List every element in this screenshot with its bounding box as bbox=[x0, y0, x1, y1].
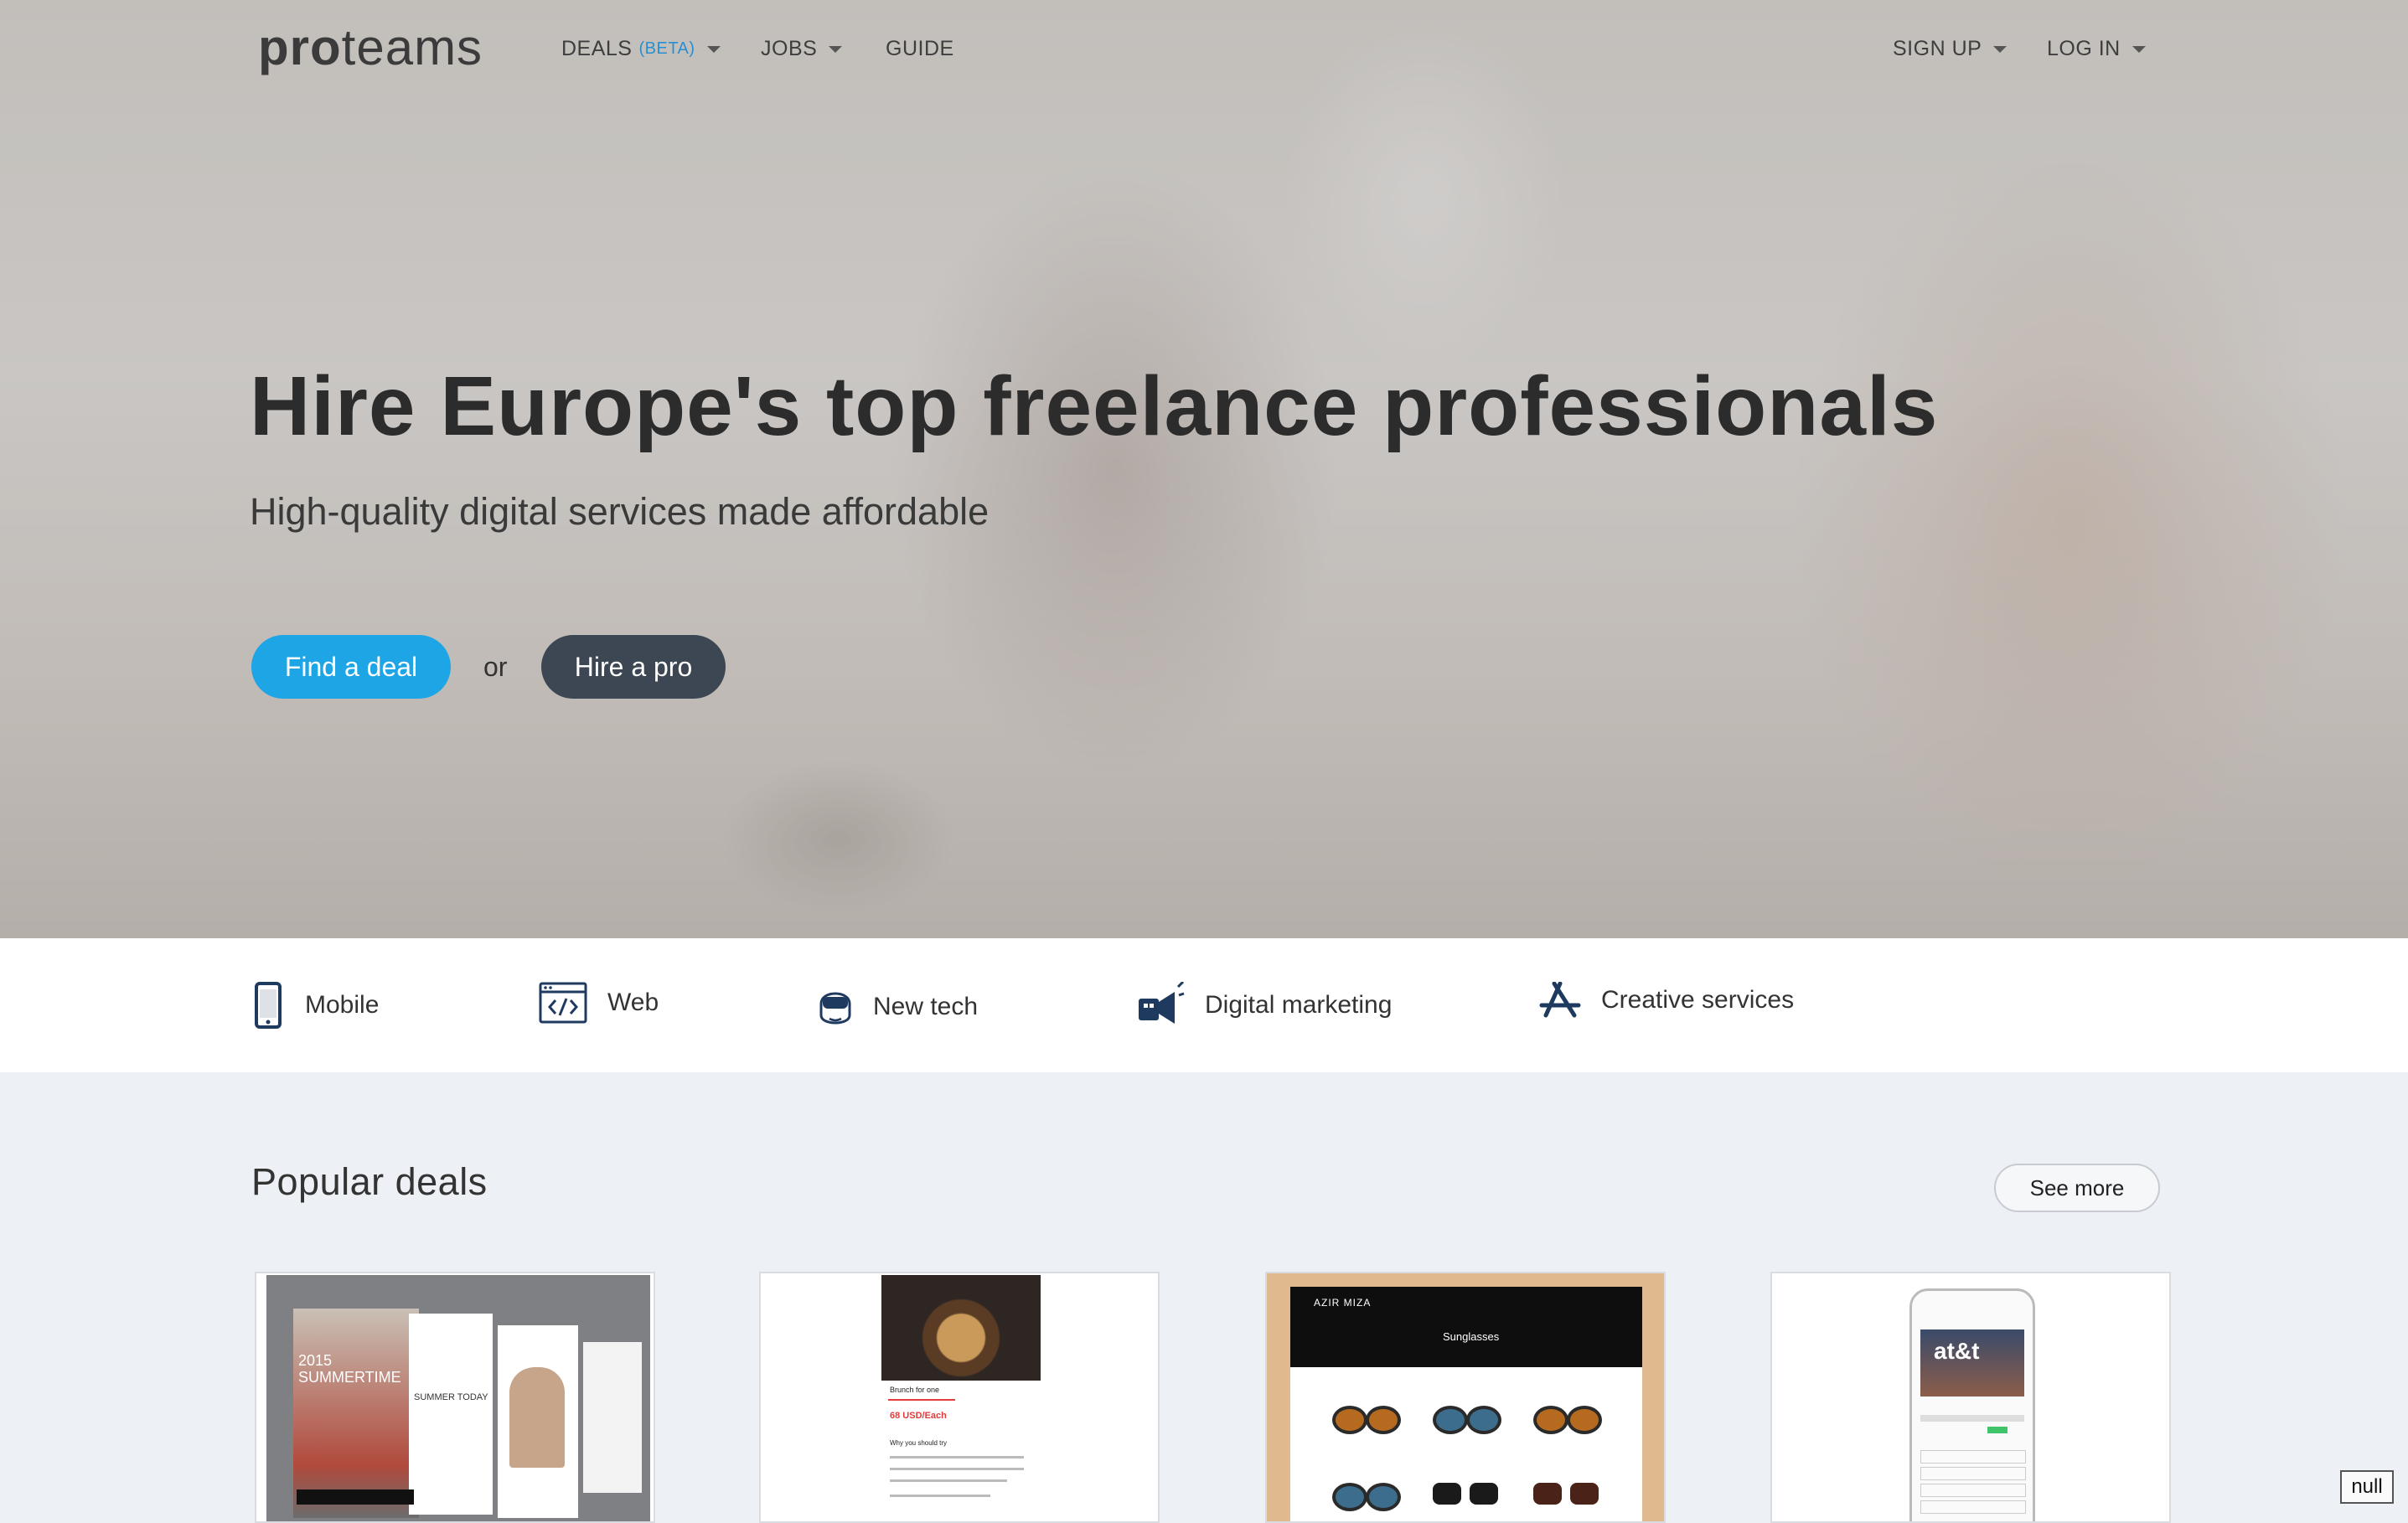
category-creative-services[interactable]: Creative services bbox=[1539, 982, 1794, 1019]
nav-jobs[interactable]: JOBS bbox=[761, 37, 843, 61]
category-label: Mobile bbox=[305, 991, 380, 1019]
chevron-down-icon bbox=[829, 45, 843, 53]
see-more-button[interactable]: See more bbox=[1994, 1164, 2160, 1212]
category-web[interactable]: Web bbox=[539, 982, 659, 1024]
deal-preview-image: at&t bbox=[1909, 1288, 2035, 1521]
beta-badge: (BETA) bbox=[638, 39, 695, 58]
or-separator: or bbox=[483, 652, 508, 682]
megaphone-icon bbox=[1139, 982, 1185, 1024]
deal-card[interactable]: at&t bbox=[1770, 1272, 2171, 1523]
mobile-phone-icon bbox=[255, 982, 282, 1029]
nav-deals-label: DEALS bbox=[561, 37, 633, 60]
nav-login-label: LOG IN bbox=[2047, 37, 2121, 60]
null-indicator: null bbox=[2340, 1470, 2394, 1504]
nav-deals[interactable]: DEALS (BETA) bbox=[561, 37, 721, 61]
nav-signup-label: SIGN UP bbox=[1893, 37, 1982, 60]
vr-headset-icon bbox=[819, 992, 851, 1025]
category-label: Digital marketing bbox=[1205, 991, 1393, 1019]
app-store-icon bbox=[1539, 982, 1581, 1018]
chevron-down-icon bbox=[1993, 45, 2008, 53]
hero-headline: Hire Europe's top freelance professional… bbox=[250, 359, 1939, 453]
chevron-down-icon bbox=[2132, 45, 2146, 53]
top-navigation: proteams DEALS (BETA) JOBS GUIDE SIGN UP… bbox=[0, 0, 2408, 101]
popular-deals-title: Popular deals bbox=[251, 1160, 488, 1203]
deal-card[interactable]: 2015 SUMMERTIME SUMMER TODAY bbox=[255, 1272, 655, 1523]
hire-pro-button[interactable]: Hire a pro bbox=[541, 635, 726, 699]
find-deal-button[interactable]: Find a deal bbox=[251, 635, 451, 699]
nav-signup[interactable]: SIGN UP bbox=[1893, 37, 2008, 61]
proteams-logo[interactable]: proteams bbox=[258, 18, 483, 76]
category-bar: Mobile Web New tech Digital marketing Cr… bbox=[0, 938, 2408, 1072]
deal-card[interactable]: AZIR MIZA Sunglasses bbox=[1265, 1272, 1666, 1523]
nav-guide-label: GUIDE bbox=[886, 37, 954, 60]
category-label: Creative services bbox=[1601, 986, 1795, 1014]
web-code-icon bbox=[539, 982, 587, 1024]
chevron-down-icon bbox=[706, 45, 721, 53]
nav-guide[interactable]: GUIDE bbox=[886, 37, 954, 61]
hero-subline: High-quality digital services made affor… bbox=[250, 490, 990, 533]
category-new-tech[interactable]: New tech bbox=[818, 982, 978, 1032]
category-label: New tech bbox=[873, 993, 979, 1020]
deal-preview-image: 2015 SUMMERTIME SUMMER TODAY bbox=[266, 1275, 650, 1521]
nav-login[interactable]: LOG IN bbox=[2047, 37, 2146, 61]
hero-section bbox=[0, 0, 2408, 938]
category-label: Web bbox=[607, 989, 659, 1016]
nav-jobs-label: JOBS bbox=[761, 37, 818, 60]
category-digital-marketing[interactable]: Digital marketing bbox=[1136, 982, 1392, 1029]
deal-card[interactable]: Brunch for one 68 USD/Each Why you shoul… bbox=[759, 1272, 1160, 1523]
deal-preview-image: Brunch for one 68 USD/Each Why you shoul… bbox=[881, 1275, 1041, 1521]
category-mobile[interactable]: Mobile bbox=[251, 982, 379, 1029]
deal-preview-image: AZIR MIZA Sunglasses bbox=[1267, 1273, 1664, 1521]
